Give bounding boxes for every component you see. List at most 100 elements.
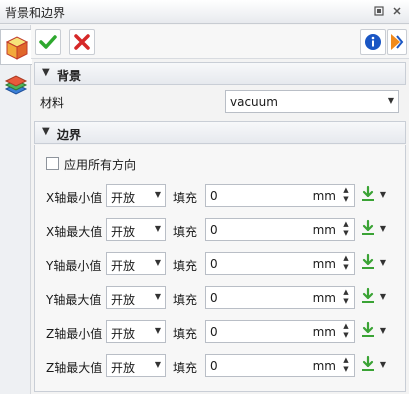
confirm-button[interactable] xyxy=(35,29,61,55)
toolbar xyxy=(31,25,409,59)
pick-button[interactable]: ▼ xyxy=(360,253,386,273)
boundary-type-value: 开放 xyxy=(111,293,136,307)
fill-value: 0 xyxy=(210,223,218,237)
chevron-down-icon: ▼ xyxy=(379,292,386,301)
pick-button[interactable]: ▼ xyxy=(360,355,386,375)
fill-value: 0 xyxy=(210,325,218,339)
boundary-type-value: 开放 xyxy=(111,327,136,341)
left-tab-strip xyxy=(0,25,32,394)
minimize-icon[interactable] xyxy=(372,5,386,19)
fill-value: 0 xyxy=(210,291,218,305)
chevron-down-icon: ▼ xyxy=(379,360,386,369)
chevron-down-icon: ▼ xyxy=(379,326,386,335)
fill-label: 填充 xyxy=(173,293,198,307)
fill-value-input[interactable]: 0 mm ▲ ▼ xyxy=(205,218,355,241)
fill-value-input[interactable]: 0 mm ▲ ▼ xyxy=(205,286,355,309)
fill-label: 填充 xyxy=(173,259,198,273)
spinner-icon[interactable]: ▲ ▼ xyxy=(341,186,351,206)
boundary-type-select[interactable]: 开放 ▼ xyxy=(106,252,166,275)
background-section-header[interactable]: ▼ 背景 xyxy=(34,62,406,85)
pick-button[interactable]: ▼ xyxy=(360,185,386,205)
boundary-type-select[interactable]: 开放 ▼ xyxy=(106,320,166,343)
boundary-type-value: 开放 xyxy=(111,225,136,239)
collapse-icon: ▼ xyxy=(42,126,50,137)
spinner-icon[interactable]: ▲ ▼ xyxy=(341,356,351,376)
spinner-icon[interactable]: ▲ ▼ xyxy=(341,254,351,274)
axis-label: X轴最小值 xyxy=(46,191,103,205)
axis-label: Y轴最小值 xyxy=(46,259,102,273)
pick-button[interactable]: ▼ xyxy=(360,287,386,307)
boundary-type-value: 开放 xyxy=(111,259,136,273)
help-button[interactable] xyxy=(387,29,407,55)
properties-panel: ▼ 背景 材料 vacuum ▼ ▼ 边界 应用所有方向 X轴最小值 开放 ▼ … xyxy=(34,62,406,392)
tab-layers[interactable] xyxy=(0,69,31,105)
fill-label: 填充 xyxy=(173,327,198,341)
fill-label: 填充 xyxy=(173,191,198,205)
tab-background-boundary[interactable] xyxy=(0,29,32,65)
chevron-down-icon: ▼ xyxy=(154,292,161,301)
check-icon xyxy=(39,35,57,49)
fill-value: 0 xyxy=(210,359,218,373)
axis-label: X轴最大值 xyxy=(46,225,103,239)
help-arrow-icon xyxy=(391,34,404,50)
pick-down-icon xyxy=(362,185,374,201)
layers-icon xyxy=(4,75,28,95)
axis-label: Z轴最大值 xyxy=(46,361,103,375)
chevron-down-icon: ▼ xyxy=(154,258,161,267)
info-button[interactable] xyxy=(360,29,386,55)
fill-value-input[interactable]: 0 mm ▲ ▼ xyxy=(205,252,355,275)
chevron-down-icon: ▼ xyxy=(379,258,386,267)
pick-down-icon xyxy=(362,321,374,337)
boundary-type-select[interactable]: 开放 ▼ xyxy=(106,286,166,309)
fill-value: 0 xyxy=(210,189,218,203)
pick-down-icon xyxy=(362,355,374,371)
close-icon[interactable] xyxy=(390,5,404,19)
fill-value-input[interactable]: 0 mm ▲ ▼ xyxy=(205,184,355,207)
unit-label: mm xyxy=(312,257,336,271)
unit-label: mm xyxy=(312,223,336,237)
axis-label: Z轴最小值 xyxy=(46,327,103,341)
pick-down-icon xyxy=(362,287,374,303)
spinner-icon[interactable]: ▲ ▼ xyxy=(341,322,351,342)
spinner-icon[interactable]: ▲ ▼ xyxy=(341,288,351,308)
material-label: 材料 xyxy=(40,96,65,110)
cancel-button[interactable] xyxy=(69,29,95,55)
chevron-down-icon: ▼ xyxy=(154,326,161,335)
pick-down-icon xyxy=(362,253,374,269)
fill-value-input[interactable]: 0 mm ▲ ▼ xyxy=(205,354,355,377)
boundary-type-select[interactable]: 开放 ▼ xyxy=(106,184,166,207)
collapse-icon: ▼ xyxy=(42,67,50,78)
boundary-type-select[interactable]: 开放 ▼ xyxy=(106,354,166,377)
info-icon xyxy=(365,34,381,50)
window-title: 背景和边界 xyxy=(5,6,66,20)
apply-all-label: 应用所有方向 xyxy=(64,158,137,172)
apply-all-checkbox[interactable] xyxy=(46,157,59,170)
background-boundary-dialog: 背景和边界 ▼ 背景 材料 vacuum ▼ ▼ 边界 应用所有方向 X轴最小值… xyxy=(0,0,409,394)
material-select[interactable]: vacuum ▼ xyxy=(225,90,399,113)
unit-label: mm xyxy=(312,359,336,373)
pick-button[interactable]: ▼ xyxy=(360,321,386,341)
boundary-type-value: 开放 xyxy=(111,191,136,205)
pick-button[interactable]: ▼ xyxy=(360,219,386,239)
pick-down-icon xyxy=(362,219,374,235)
spinner-icon[interactable]: ▲ ▼ xyxy=(341,220,351,240)
boundary-type-select[interactable]: 开放 ▼ xyxy=(106,218,166,241)
boundary-section-header[interactable]: ▼ 边界 xyxy=(34,121,406,144)
background-section-title: 背景 xyxy=(57,69,82,83)
cross-icon xyxy=(74,34,90,50)
chevron-down-icon: ▼ xyxy=(154,190,161,199)
title-bar: 背景和边界 xyxy=(0,0,409,24)
chevron-down-icon: ▼ xyxy=(154,360,161,369)
chevron-down-icon: ▼ xyxy=(387,96,394,105)
chevron-down-icon: ▼ xyxy=(379,224,386,233)
fill-value: 0 xyxy=(210,257,218,271)
unit-label: mm xyxy=(312,189,336,203)
fill-label: 填充 xyxy=(173,225,198,239)
boundary-type-value: 开放 xyxy=(111,361,136,375)
fill-label: 填充 xyxy=(173,361,198,375)
material-value: vacuum xyxy=(230,95,278,109)
unit-label: mm xyxy=(312,325,336,339)
cube-icon xyxy=(5,36,29,60)
chevron-down-icon: ▼ xyxy=(379,190,386,199)
fill-value-input[interactable]: 0 mm ▲ ▼ xyxy=(205,320,355,343)
